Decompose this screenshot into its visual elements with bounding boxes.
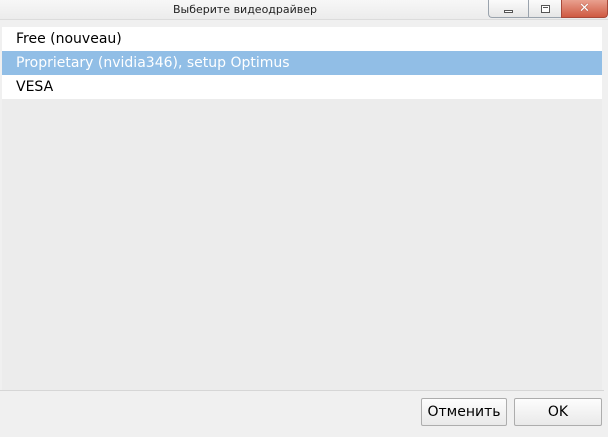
close-button[interactable]: ✕ <box>561 0 608 18</box>
window-title: Выберите видеодрайвер <box>172 3 318 16</box>
list-empty-area <box>2 99 602 390</box>
list-item-proprietary-nvidia[interactable]: Proprietary (nvidia346), setup Optimus <box>2 51 602 75</box>
maximize-icon <box>540 4 550 13</box>
cancel-button[interactable]: Отменить <box>421 398 507 426</box>
ok-button[interactable]: OK <box>514 398 602 426</box>
window-right-edge <box>604 20 608 437</box>
title-bar[interactable]: Выберите видеодрайвер ✕ <box>0 0 608 20</box>
list-item-vesa[interactable]: VESA <box>2 75 602 99</box>
minimize-button[interactable] <box>488 0 528 18</box>
driver-select-dialog: Выберите видеодрайвер ✕ Free (nouveau) P… <box>0 0 608 437</box>
maximize-button[interactable] <box>528 0 561 18</box>
minimize-icon <box>504 10 513 13</box>
close-icon: ✕ <box>579 1 590 16</box>
driver-list[interactable]: Free (nouveau) Proprietary (nvidia346), … <box>2 27 602 99</box>
list-item-free-nouveau[interactable]: Free (nouveau) <box>2 27 602 51</box>
button-separator <box>0 390 608 391</box>
